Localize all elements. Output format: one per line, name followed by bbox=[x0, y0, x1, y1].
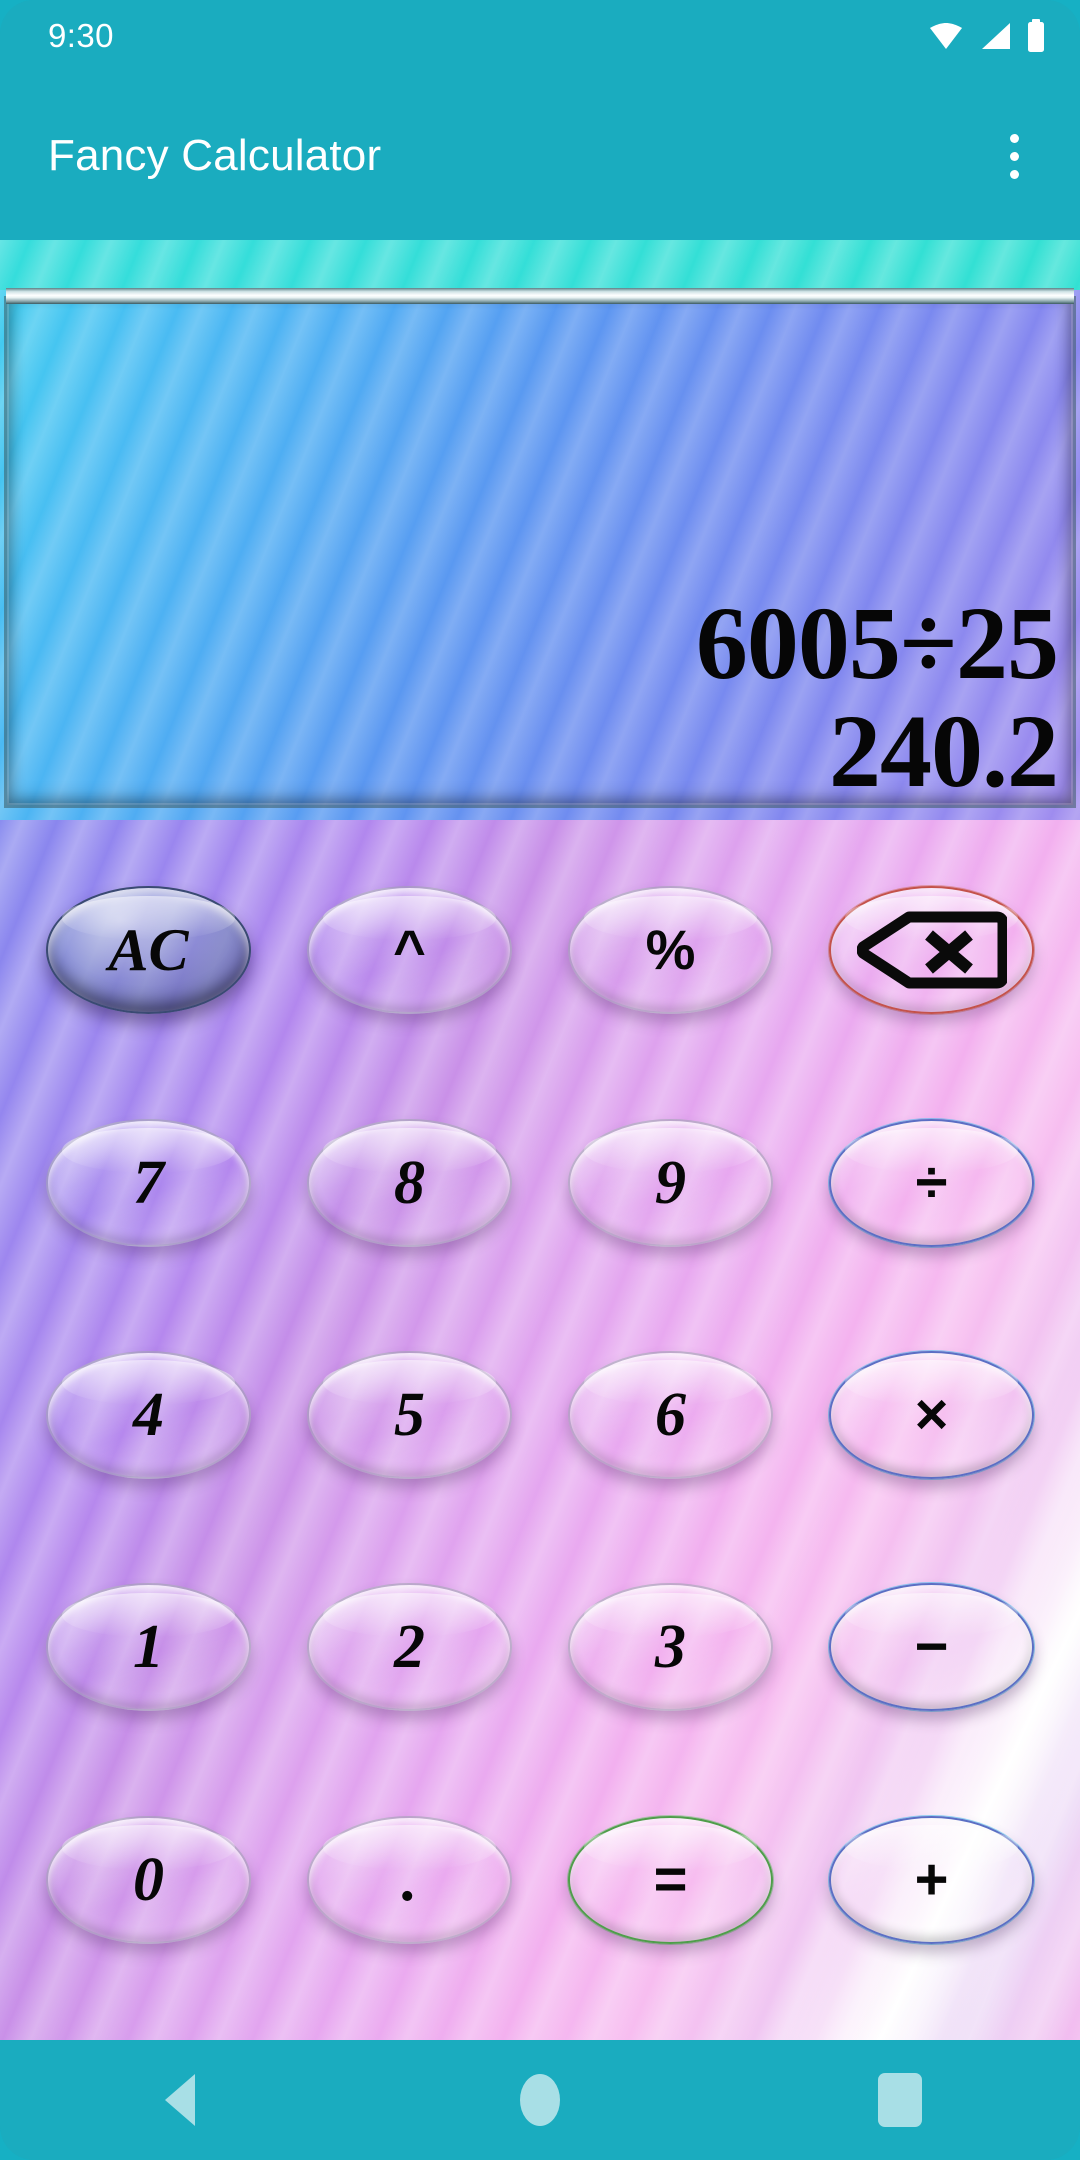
status-clock: 9:30 bbox=[48, 17, 114, 54]
key-equals[interactable]: = bbox=[568, 1815, 773, 1944]
recents-icon bbox=[878, 2073, 922, 2127]
nav-recents-button[interactable] bbox=[825, 2040, 975, 2160]
display-bezel bbox=[6, 288, 1074, 304]
key-digit-3[interactable]: 3 bbox=[568, 1583, 773, 1712]
key-digit-4[interactable]: 4 bbox=[46, 1350, 251, 1479]
keypad-grid: AC ^% 7 8 9 ÷ 4 5 6 × 1 2 3 − 0. = + bbox=[0, 820, 1080, 2040]
key-digit-9[interactable]: 9 bbox=[568, 1118, 773, 1247]
key-label: 3 bbox=[655, 1613, 686, 1682]
keypad-cell: AC bbox=[18, 834, 279, 1066]
key-label: ^ bbox=[393, 918, 426, 982]
key-label: % bbox=[645, 918, 696, 982]
calculator-display: 6005÷25 240.2 bbox=[0, 240, 1080, 820]
key-label: 6 bbox=[655, 1380, 686, 1449]
key-label: 5 bbox=[394, 1380, 425, 1449]
key-divide[interactable]: ÷ bbox=[829, 1118, 1034, 1247]
menu-dot bbox=[1009, 133, 1019, 143]
keypad-cell: × bbox=[801, 1299, 1062, 1531]
keypad-cell: = bbox=[540, 1764, 801, 1996]
key-label: 7 bbox=[133, 1148, 164, 1217]
key-digit-8[interactable]: 8 bbox=[307, 1118, 512, 1247]
key-label: 2 bbox=[394, 1613, 425, 1682]
key-digit-0[interactable]: 0 bbox=[46, 1815, 251, 1944]
display-top-strip bbox=[0, 240, 1080, 290]
expression-text: 6005÷25 bbox=[695, 585, 1059, 701]
key-add[interactable]: + bbox=[829, 1815, 1034, 1944]
keypad-cell: 7 bbox=[18, 1066, 279, 1298]
calculator-body: 6005÷25 240.2 AC ^% 7 8 9 ÷ 4 5 6 × 1 2 3 − 0. = + bbox=[0, 240, 1080, 2040]
backspace-icon bbox=[856, 911, 1007, 989]
home-icon bbox=[520, 2074, 560, 2126]
keypad-cell: 9 bbox=[540, 1066, 801, 1298]
key-subtract[interactable]: − bbox=[829, 1583, 1034, 1712]
key-power[interactable]: ^ bbox=[307, 886, 512, 1015]
status-bar: 9:30 bbox=[0, 0, 1080, 72]
keypad-cell: 6 bbox=[540, 1299, 801, 1531]
system-nav-bar bbox=[0, 2040, 1080, 2160]
keypad-cell: . bbox=[279, 1764, 540, 1996]
keypad-cell: − bbox=[801, 1531, 1062, 1763]
key-digit-1[interactable]: 1 bbox=[46, 1583, 251, 1712]
key-label: . bbox=[401, 1845, 418, 1914]
status-icon-group bbox=[928, 19, 1046, 53]
nav-back-button[interactable] bbox=[105, 2040, 255, 2160]
key-digit-6[interactable]: 6 bbox=[568, 1350, 773, 1479]
keypad-cell: % bbox=[540, 834, 801, 1066]
key-percent[interactable]: % bbox=[568, 886, 773, 1015]
app-bar: Fancy Calculator bbox=[0, 72, 1080, 240]
keypad-cell bbox=[801, 834, 1062, 1066]
wifi-icon bbox=[930, 23, 962, 49]
key-label: + bbox=[914, 1846, 949, 1912]
keypad-cell: 4 bbox=[18, 1299, 279, 1531]
keypad-cell: 1 bbox=[18, 1531, 279, 1763]
key-all-clear[interactable]: AC bbox=[46, 886, 251, 1015]
nav-home-button[interactable] bbox=[465, 2040, 615, 2160]
more-vert-icon[interactable] bbox=[982, 117, 1046, 195]
key-label: 0 bbox=[133, 1845, 164, 1914]
key-label: ÷ bbox=[915, 1149, 948, 1215]
back-icon bbox=[165, 2074, 195, 2126]
page-title: Fancy Calculator bbox=[48, 131, 382, 180]
key-digit-5[interactable]: 5 bbox=[307, 1350, 512, 1479]
key-label: 9 bbox=[655, 1148, 686, 1217]
phone-screen: 9:30 Fancy Calculator 6005÷25 240.2 AC ^… bbox=[0, 0, 1080, 2160]
key-digit-2[interactable]: 2 bbox=[307, 1583, 512, 1712]
key-label: 1 bbox=[133, 1613, 164, 1682]
key-label: = bbox=[653, 1846, 688, 1912]
keypad-cell: 2 bbox=[279, 1531, 540, 1763]
menu-dot bbox=[1009, 169, 1019, 179]
keypad-cell: ÷ bbox=[801, 1066, 1062, 1298]
keypad-cell: 5 bbox=[279, 1299, 540, 1531]
keypad-cell: + bbox=[801, 1764, 1062, 1996]
keypad-cell: ^ bbox=[279, 834, 540, 1066]
key-decimal-point[interactable]: . bbox=[307, 1815, 512, 1944]
menu-dot bbox=[1009, 151, 1019, 161]
result-text: 240.2 bbox=[829, 693, 1059, 809]
key-digit-7[interactable]: 7 bbox=[46, 1118, 251, 1247]
display-text-group: 6005÷25 240.2 bbox=[695, 585, 1059, 809]
keypad-cell: 3 bbox=[540, 1531, 801, 1763]
key-label: − bbox=[914, 1614, 949, 1680]
keypad-cell: 8 bbox=[279, 1066, 540, 1298]
keypad-cell: 0 bbox=[18, 1764, 279, 1996]
key-multiply[interactable]: × bbox=[829, 1350, 1034, 1479]
cellular-signal-icon bbox=[982, 23, 1010, 49]
key-label: 8 bbox=[394, 1148, 425, 1217]
key-label: 4 bbox=[133, 1380, 164, 1449]
battery-icon bbox=[1028, 19, 1044, 52]
key-label: × bbox=[914, 1381, 949, 1447]
key-backspace[interactable] bbox=[829, 886, 1034, 1015]
key-label: AC bbox=[108, 917, 189, 984]
